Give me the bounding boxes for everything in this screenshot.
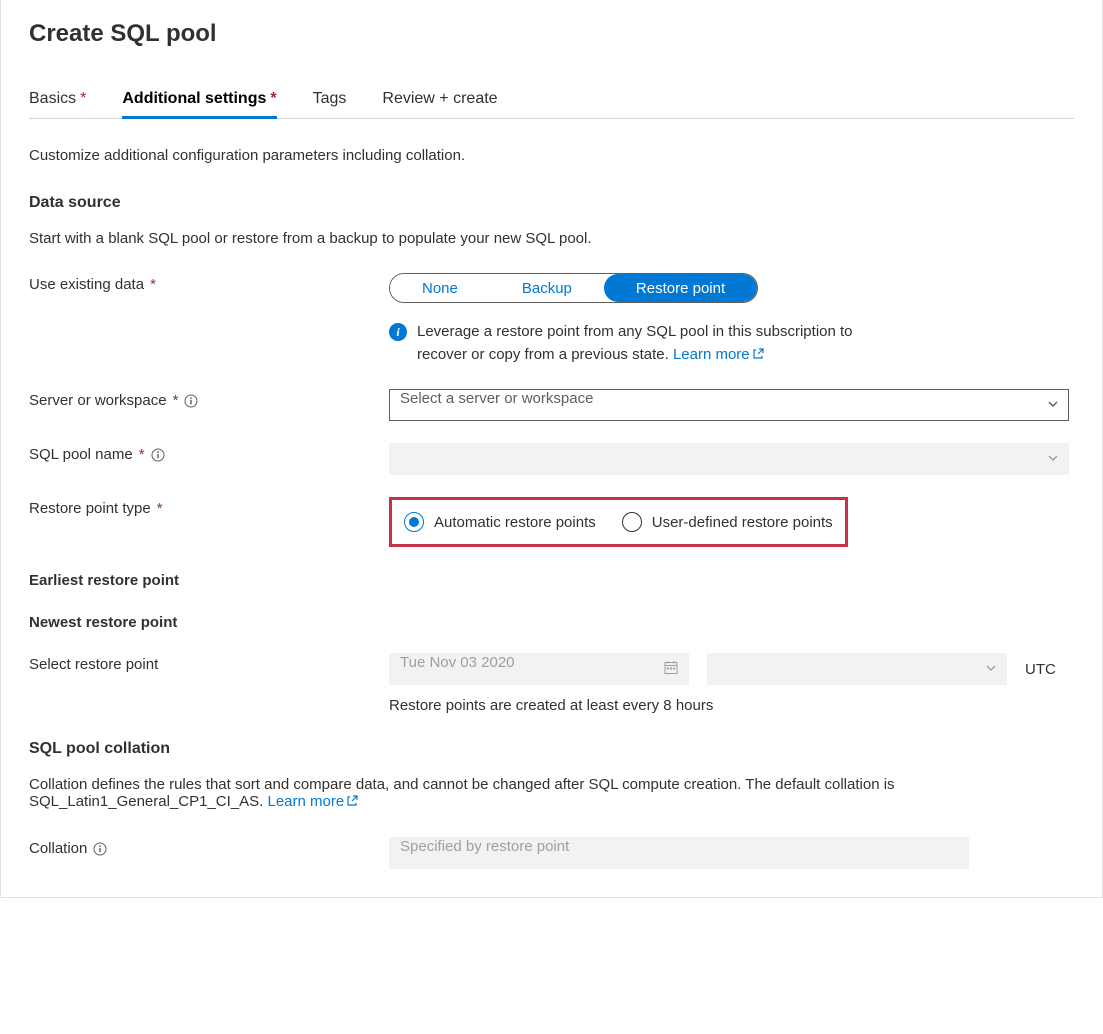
use-existing-data-toggle: None Backup Restore point: [389, 273, 758, 303]
learn-more-link[interactable]: Learn more: [673, 346, 764, 363]
label-server-workspace: Server or workspace *: [29, 389, 389, 409]
restore-point-hint: Restore points are created at least ever…: [389, 697, 1069, 714]
tab-basics[interactable]: Basics*: [29, 84, 86, 118]
label-restore-point-type: Restore point type *: [29, 497, 389, 517]
radio-label: User-defined restore points: [652, 514, 833, 531]
tab-label: Review + create: [382, 90, 497, 107]
server-workspace-select[interactable]: Select a server or workspace: [389, 389, 1069, 421]
info-text-body: Leverage a restore point from any SQL po…: [417, 323, 853, 363]
timezone-label: UTC: [1025, 661, 1056, 678]
desc-text: Collation defines the rules that sort an…: [29, 776, 895, 810]
section-heading-collation: SQL pool collation: [29, 740, 1074, 758]
label-text: Collation: [29, 840, 87, 857]
pill-option-backup[interactable]: Backup: [490, 274, 604, 302]
required-asterisk: *: [80, 90, 86, 107]
label-text: Earliest restore point: [29, 572, 179, 589]
required-asterisk: *: [270, 90, 276, 107]
section-desc-collation: Collation defines the rules that sort an…: [29, 776, 1074, 811]
pill-option-restore-point[interactable]: Restore point: [604, 274, 757, 302]
date-display: Tue Nov 03 2020: [389, 653, 689, 685]
restore-point-date-input[interactable]: Tue Nov 03 2020: [389, 653, 689, 685]
label-earliest-restore-point: Earliest restore point: [29, 569, 389, 589]
external-link-icon: [752, 345, 764, 368]
tab-label: Tags: [313, 90, 347, 107]
wizard-tabs: Basics* Additional settings* Tags Review…: [29, 84, 1074, 119]
label-collation: Collation: [29, 837, 389, 857]
label-text: SQL pool name: [29, 446, 133, 463]
restore-point-info: i Leverage a restore point from any SQL …: [389, 321, 889, 367]
radio-indicator: [622, 512, 642, 532]
label-text: Newest restore point: [29, 614, 177, 631]
label-sql-pool-name: SQL pool name *: [29, 443, 389, 463]
pill-option-none[interactable]: None: [390, 274, 490, 302]
label-text: Restore point type: [29, 500, 151, 517]
section-desc-data-source: Start with a blank SQL pool or restore f…: [29, 230, 1074, 247]
sql-pool-name-select[interactable]: [389, 443, 1069, 475]
tab-tags[interactable]: Tags: [313, 84, 347, 118]
restore-point-type-highlight: Automatic restore points User-defined re…: [389, 497, 848, 547]
link-text: Learn more: [673, 346, 750, 363]
collation-learn-more-link[interactable]: Learn more: [267, 793, 358, 810]
label-select-restore-point: Select restore point: [29, 653, 389, 673]
collation-input: Specified by restore point: [389, 837, 969, 869]
section-heading-data-source: Data source: [29, 194, 1074, 212]
tab-review-create[interactable]: Review + create: [382, 84, 497, 118]
info-icon[interactable]: [184, 394, 198, 408]
label-use-existing-data: Use existing data *: [29, 273, 389, 293]
select-display: [707, 653, 1007, 685]
page-title: Create SQL pool: [29, 20, 1074, 48]
required-asterisk: *: [157, 500, 163, 517]
link-text: Learn more: [267, 793, 344, 810]
restore-point-time-select[interactable]: [707, 653, 1007, 685]
radio-indicator: [404, 512, 424, 532]
tab-additional-settings[interactable]: Additional settings*: [122, 84, 276, 118]
tab-label: Basics: [29, 90, 76, 107]
radio-user-defined-restore-points[interactable]: User-defined restore points: [622, 512, 833, 532]
info-icon[interactable]: [151, 448, 165, 462]
calendar-icon: [663, 660, 679, 679]
info-icon: i: [389, 323, 407, 341]
label-text: Use existing data: [29, 276, 144, 293]
radio-label: Automatic restore points: [434, 514, 596, 531]
required-asterisk: *: [173, 392, 179, 409]
info-icon[interactable]: [93, 842, 107, 856]
label-text: Select restore point: [29, 656, 158, 673]
required-asterisk: *: [150, 276, 156, 293]
external-link-icon: [346, 794, 358, 811]
intro-text: Customize additional configuration param…: [29, 147, 1074, 164]
required-asterisk: *: [139, 446, 145, 463]
radio-automatic-restore-points[interactable]: Automatic restore points: [404, 512, 596, 532]
select-display: Select a server or workspace: [389, 389, 1069, 421]
label-newest-restore-point: Newest restore point: [29, 611, 389, 631]
label-text: Server or workspace: [29, 392, 167, 409]
select-display: [389, 443, 1069, 475]
tab-label: Additional settings: [122, 90, 266, 107]
